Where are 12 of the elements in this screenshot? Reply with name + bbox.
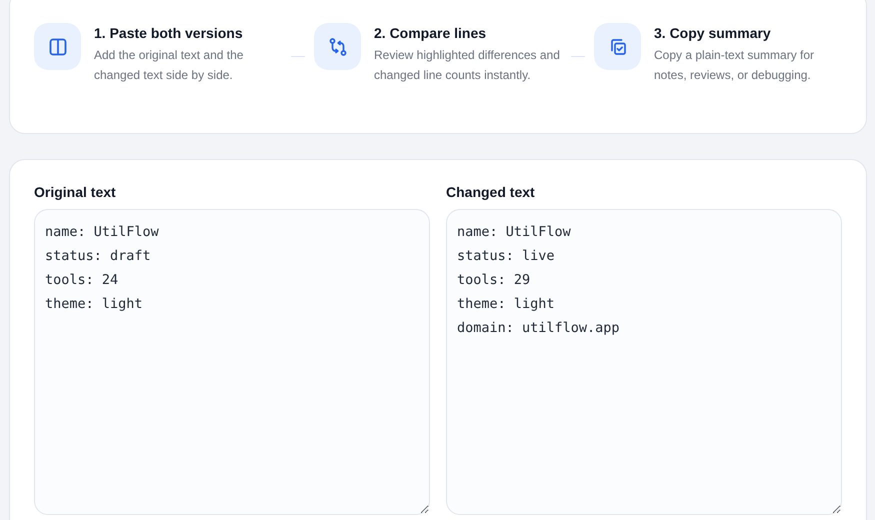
- editor-label: Original text: [34, 184, 117, 200]
- text-input-field[interactable]: name: UtilFlow status: live tools: 29 theme: light domain: utilflow.app: [446, 209, 842, 515]
- step-description: Copy a plain-text summary for notes, reviews, or debugging.: [654, 47, 816, 84]
- step-description: Review highlighted differences and changed line counts instantly.: [374, 47, 561, 84]
- text-input-field[interactable]: name: UtilFlow status: draft tools: 24 theme: light: [34, 209, 430, 515]
- step-title: 2. Compare lines: [374, 25, 488, 41]
- compare-arrows-icon: [328, 36, 348, 56]
- step-title: 3. Copy summary: [654, 25, 772, 41]
- editor-label: Changed text: [446, 184, 536, 200]
- step-title: 1. Paste both versions: [94, 25, 244, 41]
- step-description: Add the original text and the changed text side by side.: [94, 47, 244, 84]
- columns-icon: [48, 36, 68, 56]
